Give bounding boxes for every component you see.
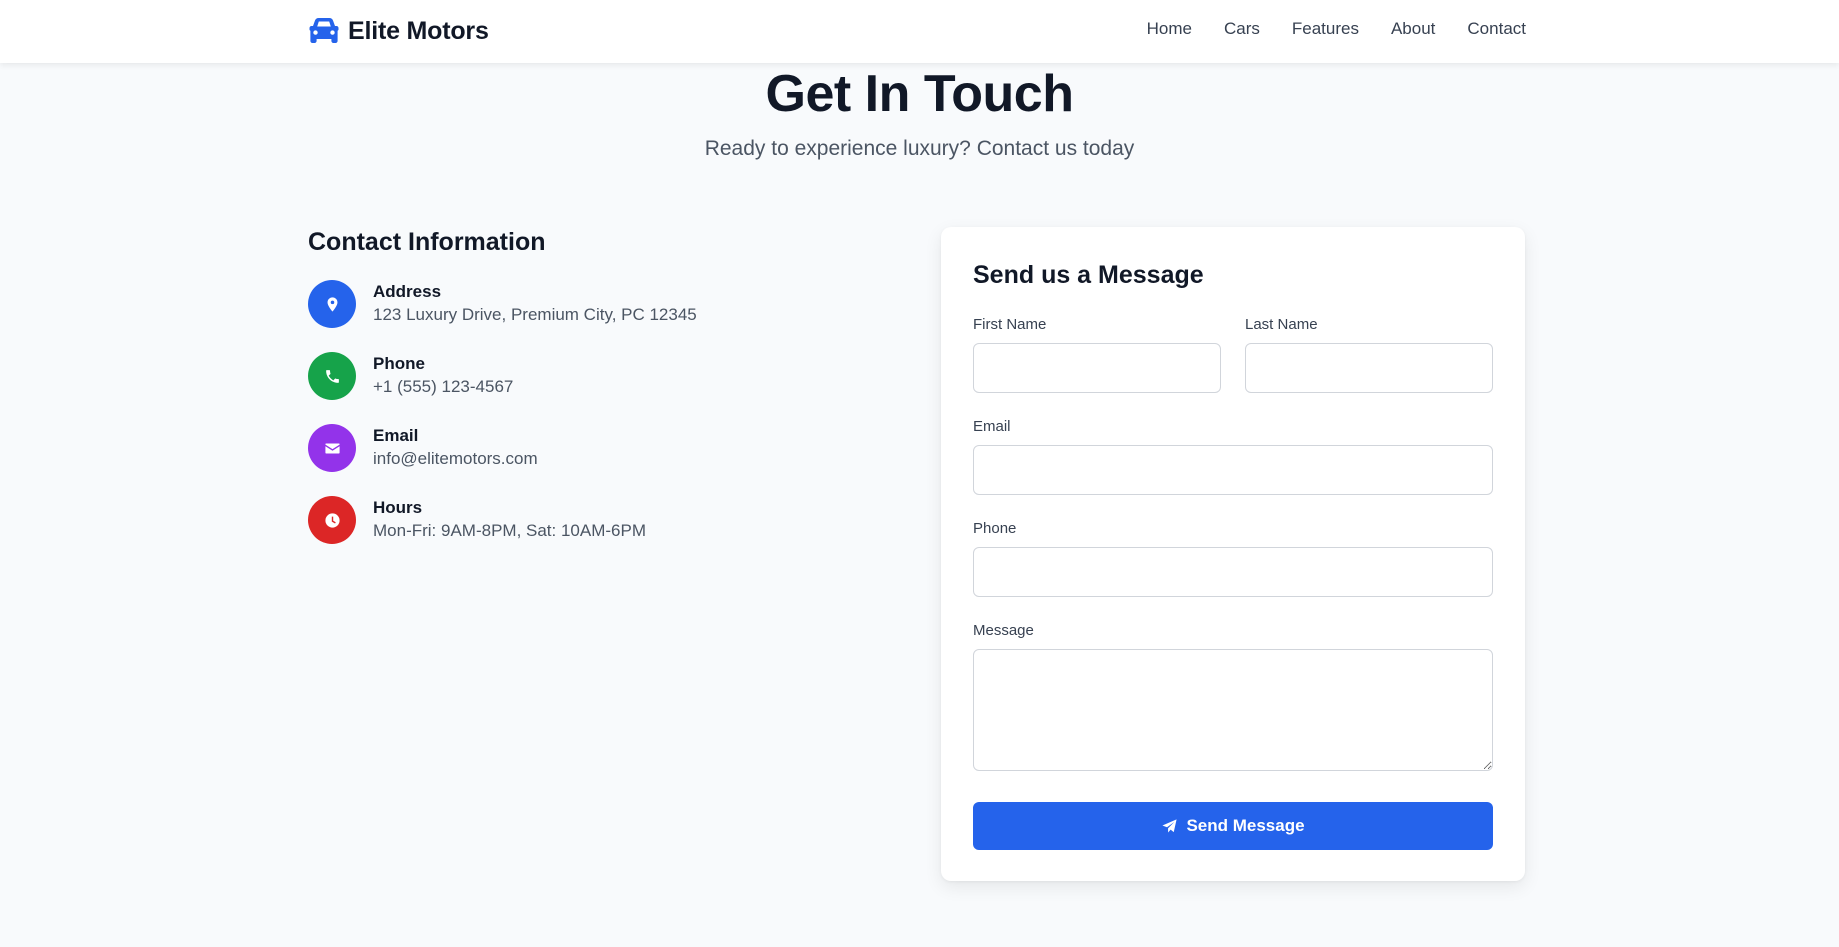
nav-link-cars[interactable]: Cars (1224, 18, 1260, 40)
contact-form: Send us a Message First Name Last Name E… (941, 227, 1525, 881)
page-title: Get In Touch (765, 65, 1074, 123)
brand-name: Elite Motors (348, 16, 489, 45)
contact-info-section: Contact Information Address 123 Luxury D… (308, 226, 908, 568)
contact-item-email: Email info@elitemotors.com (308, 424, 908, 472)
message-label: Message (973, 622, 1034, 639)
contact-item-hours: Hours Mon-Fri: 9AM-8PM, Sat: 10AM-6PM (308, 496, 908, 544)
main-nav: Home Cars Features About Contact (1147, 18, 1526, 40)
nav-link-contact[interactable]: Contact (1467, 18, 1526, 40)
contact-item-value: Mon-Fri: 9AM-8PM, Sat: 10AM-6PM (373, 521, 647, 540)
contact-info-heading: Contact Information (308, 228, 546, 256)
clock-icon (308, 496, 356, 544)
contact-item-value: +1 (555) 123-4567 (373, 377, 514, 396)
nav-link-home[interactable]: Home (1147, 18, 1192, 40)
nav-link-features[interactable]: Features (1292, 18, 1359, 40)
nav-link-about[interactable]: About (1391, 18, 1435, 40)
first-name-label: First Name (973, 316, 1047, 333)
email-field[interactable] (973, 445, 1493, 495)
first-name-field[interactable] (973, 343, 1221, 393)
contact-item-label: Hours (373, 498, 423, 517)
send-message-label: Send Message (1186, 816, 1305, 835)
envelope-icon (308, 424, 356, 472)
car-icon (309, 18, 339, 43)
phone-icon (308, 352, 356, 400)
contact-item-phone: Phone +1 (555) 123-4567 (308, 352, 908, 400)
last-name-field[interactable] (1245, 343, 1493, 393)
last-name-label: Last Name (1245, 316, 1318, 333)
map-pin-icon (308, 280, 356, 328)
email-label: Email (973, 418, 1011, 435)
phone-label: Phone (973, 520, 1017, 537)
brand-logo[interactable]: Elite Motors (308, 14, 489, 48)
contact-item-label: Address (373, 282, 442, 301)
message-textarea[interactable] (973, 649, 1493, 771)
contact-item-value: 123 Luxury Drive, Premium City, PC 12345 (373, 305, 697, 324)
contact-item-address: Address 123 Luxury Drive, Premium City, … (308, 280, 908, 328)
navbar: Elite Motors Home Cars Features About Co… (0, 0, 1839, 63)
page-subtitle: Ready to experience luxury? Contact us t… (704, 137, 1135, 160)
send-message-button[interactable]: Send Message (973, 802, 1493, 850)
form-title: Send us a Message (973, 261, 1204, 289)
contact-item-value: info@elitemotors.com (373, 449, 538, 468)
phone-field[interactable] (973, 547, 1493, 597)
paper-plane-icon (1162, 818, 1178, 833)
contact-item-label: Phone (373, 354, 425, 373)
contact-item-label: Email (373, 426, 419, 445)
